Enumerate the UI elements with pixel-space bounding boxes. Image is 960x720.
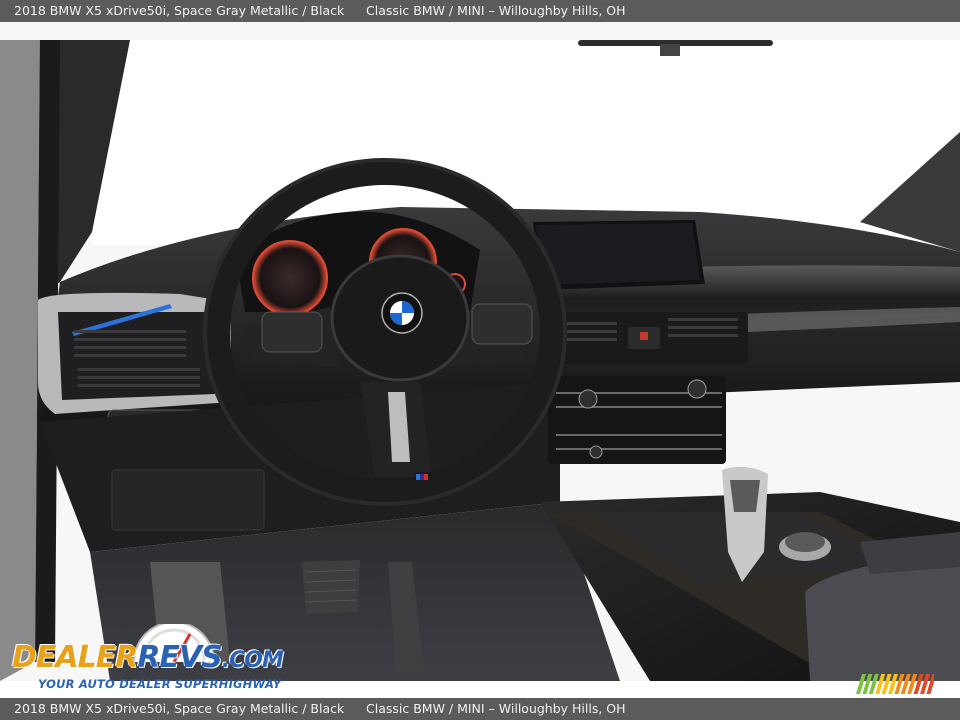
dealer-location: Classic BMW / MINI – Willoughby Hills, O… bbox=[366, 3, 626, 18]
logo-wordmark: DEALERREVS.COM bbox=[12, 640, 284, 675]
vehicle-title: 2018 BMW X5 xDrive50i, Space Gray Metall… bbox=[14, 3, 345, 18]
logo-tagline: YOUR AUTO DEALER SUPERHIGHWAY bbox=[38, 677, 282, 691]
top-caption-bar: 2018 BMW X5 xDrive50i, Space Gray Metall… bbox=[0, 0, 960, 22]
bottom-caption-bar: 2018 BMW X5 xDrive50i, Space Gray Metall… bbox=[0, 698, 960, 720]
bmw-roundel-icon bbox=[381, 292, 423, 334]
dealerrevs-logo: DEALERREVS.COM YOUR AUTO DEALER SUPERHIG… bbox=[10, 624, 284, 696]
decorative-stripes-icon bbox=[856, 674, 934, 694]
speedometer-icon bbox=[252, 240, 328, 316]
vehicle-title-footer: 2018 BMW X5 xDrive50i, Space Gray Metall… bbox=[14, 701, 345, 716]
dealer-location-footer: Classic BMW / MINI – Willoughby Hills, O… bbox=[366, 701, 626, 716]
interior-photo bbox=[0, 22, 960, 681]
